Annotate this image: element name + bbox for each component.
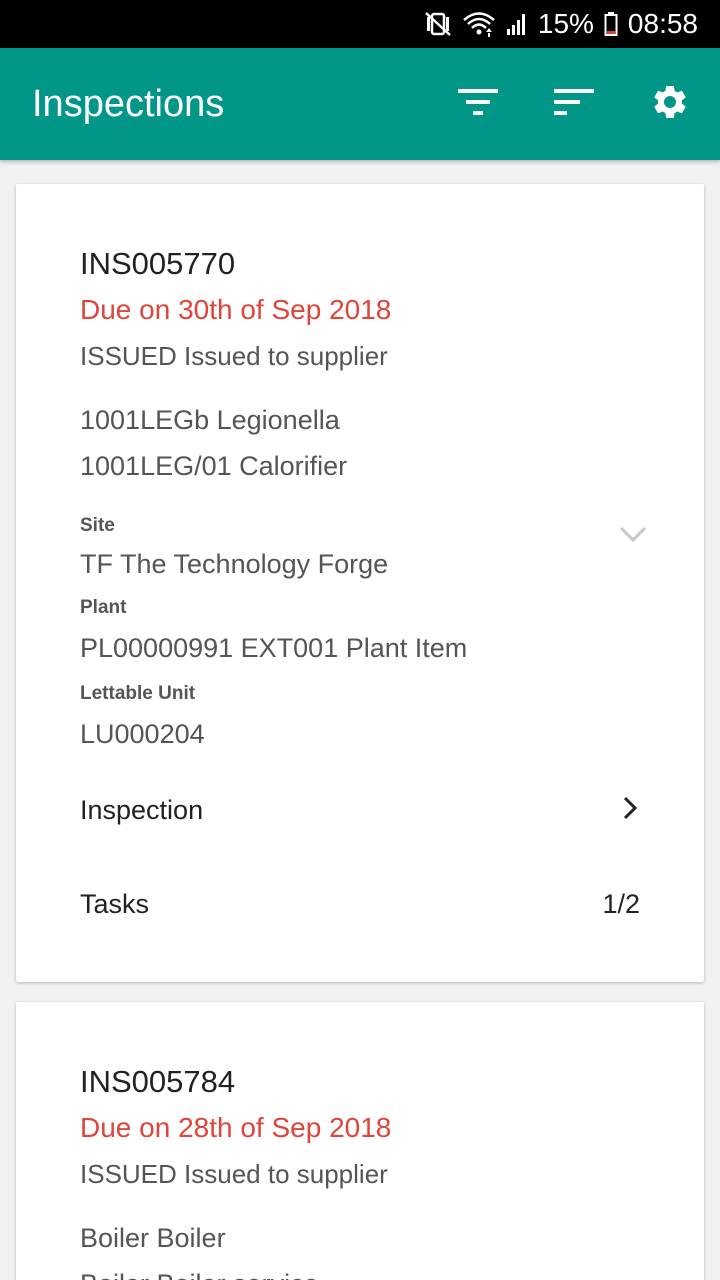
tasks-count: 1/2 — [602, 888, 640, 919]
gear-icon — [650, 82, 690, 127]
inspection-list[interactable]: INS005770 Due on 30th of Sep 2018 ISSUED… — [0, 160, 720, 1280]
battery-percent: 15% — [537, 8, 594, 39]
inspection-card[interactable]: INS005770 Due on 30th of Sep 2018 ISSUED… — [16, 184, 704, 982]
detail-line-1: 1001LEGb Legionella — [80, 405, 340, 435]
tasks-row-label: Tasks — [80, 888, 150, 919]
inspection-row-label: Inspection — [80, 794, 204, 825]
site-label: Site — [80, 515, 115, 536]
sort-button[interactable] — [550, 80, 598, 128]
detail-line-1: Boiler Boiler — [80, 1223, 226, 1253]
filter-button[interactable] — [454, 80, 502, 128]
due-date: Due on 30th of Sep 2018 — [80, 294, 392, 325]
page-title: Inspections — [32, 83, 225, 125]
inspection-id: INS005784 — [80, 1064, 236, 1099]
lettable-unit-value: LU000204 — [80, 719, 205, 749]
detail-line-2: Boiler Boiler service — [80, 1266, 319, 1280]
inspection-row[interactable]: Inspection — [80, 780, 640, 840]
settings-button[interactable] — [646, 80, 694, 128]
battery-icon — [604, 11, 618, 37]
chevron-down-icon[interactable] — [618, 524, 648, 549]
status-text: ISSUED Issued to supplier — [80, 341, 388, 371]
plant-value: PL00000991 EXT001 Plant Item — [80, 633, 468, 663]
clock: 08:58 — [627, 8, 698, 39]
inspection-id: INS005770 — [80, 246, 236, 281]
app-bar: Inspections — [0, 48, 720, 160]
status-bar: 15% 08:58 — [0, 0, 720, 48]
filter-icon — [458, 87, 498, 122]
inspection-card[interactable]: INS005784 Due on 28th of Sep 2018 ISSUED… — [16, 1002, 704, 1280]
detail-line-2: 1001LEG/01 Calorifier — [80, 451, 348, 481]
sort-icon — [554, 87, 594, 122]
due-date: Due on 28th of Sep 2018 — [80, 1112, 392, 1143]
signal-icon — [506, 11, 528, 37]
wifi-icon — [462, 10, 496, 38]
chevron-right-icon — [620, 794, 640, 827]
site-value: TF The Technology Forge — [80, 549, 389, 579]
lettable-unit-label: Lettable Unit — [80, 683, 196, 704]
status-text: ISSUED Issued to supplier — [80, 1159, 388, 1189]
mute-vibrate-icon — [424, 11, 452, 37]
plant-label: Plant — [80, 597, 127, 618]
tasks-row[interactable]: Tasks 1/2 — [80, 874, 640, 934]
